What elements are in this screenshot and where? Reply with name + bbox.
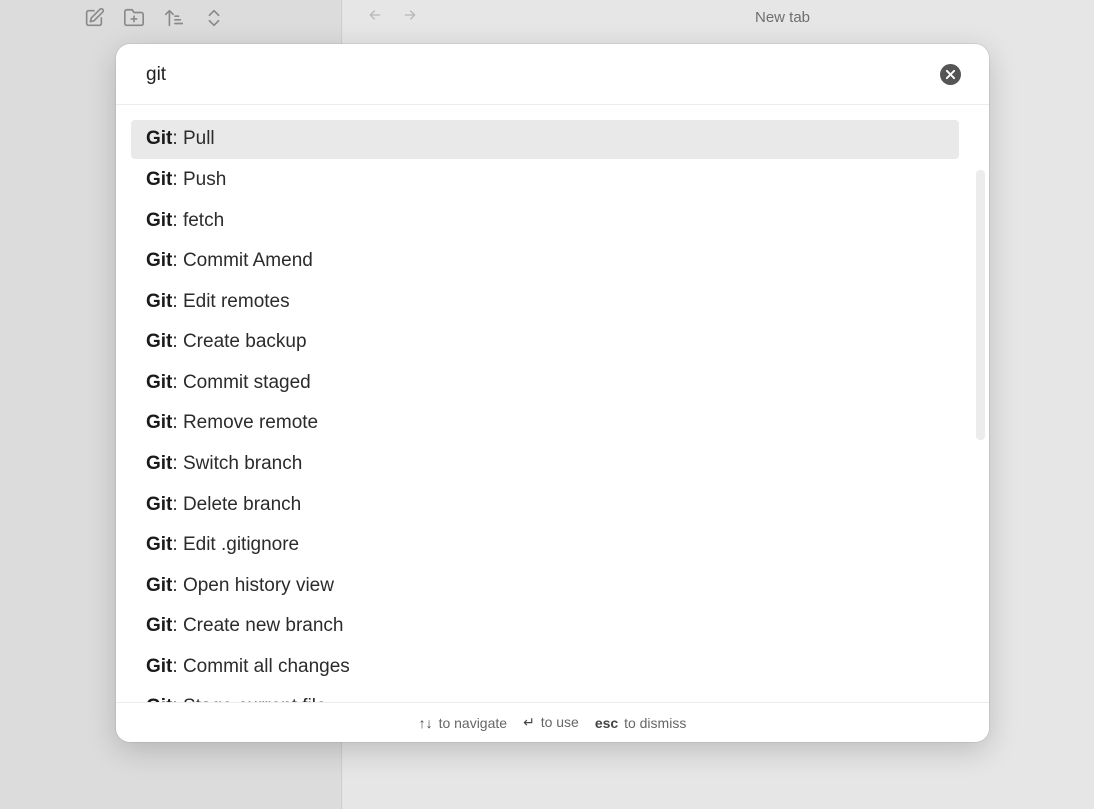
scrollbar[interactable] <box>976 170 985 440</box>
nav-forward-button[interactable] <box>398 5 422 29</box>
palette-footer: ↑↓ to navigate ↵ to use esc to dismiss <box>116 702 989 742</box>
hint-key: ↑↓ <box>418 714 433 731</box>
collapse-expand-icon <box>203 7 225 34</box>
sort-button[interactable] <box>160 6 188 34</box>
tab-title: New tab <box>755 9 811 26</box>
hint-text: to navigate <box>438 714 508 731</box>
new-folder-icon <box>123 7 145 34</box>
result-command-text: : Remove remote <box>172 412 319 434</box>
result-match-text: Git <box>146 615 173 637</box>
result-command-text: : Edit .gitignore <box>172 534 300 556</box>
collapse-expand-button[interactable] <box>200 6 228 34</box>
result-command-text: : fetch <box>172 209 225 231</box>
result-match-text: Git <box>146 412 173 434</box>
result-item[interactable]: Git: Commit Amend <box>131 242 959 281</box>
result-command-text: : Commit all changes <box>172 655 350 677</box>
arrow-right-icon <box>402 7 418 28</box>
close-circle-icon <box>945 69 956 80</box>
hint-text: to dismiss <box>624 714 687 731</box>
command-palette: Git: PullGit: PushGit: fetchGit: Commit … <box>116 44 989 742</box>
result-match-text: Git <box>146 290 173 312</box>
result-match-text: Git <box>146 209 173 231</box>
clear-search-button[interactable] <box>940 64 961 85</box>
hint-text: to use <box>540 714 579 730</box>
result-item[interactable]: Git: Edit remotes <box>131 282 959 321</box>
result-match-text: Git <box>146 655 173 677</box>
new-note-icon <box>83 7 105 34</box>
result-item[interactable]: Git: Stage current file <box>131 688 959 702</box>
new-note-button[interactable] <box>80 6 108 34</box>
result-command-text: : Pull <box>172 128 215 150</box>
hint-key: ↵ <box>523 714 535 730</box>
result-match-text: Git <box>146 534 173 556</box>
nav-back-button[interactable] <box>363 5 387 29</box>
result-match-text: Git <box>146 493 173 515</box>
result-item[interactable]: Git: Commit all changes <box>131 648 959 687</box>
result-item[interactable]: Git: Pull <box>131 120 959 159</box>
result-item[interactable]: Git: Create new branch <box>131 607 959 646</box>
result-item[interactable]: Git: Remove remote <box>131 404 959 443</box>
result-match-text: Git <box>146 371 173 393</box>
result-command-text: : Open history view <box>172 574 334 596</box>
result-match-text: Git <box>146 128 173 150</box>
result-item[interactable]: Git: Delete branch <box>131 485 959 524</box>
result-match-text: Git <box>146 331 173 353</box>
result-command-text: : Switch branch <box>172 452 303 474</box>
sidebar-toolbar <box>80 6 240 34</box>
result-match-text: Git <box>146 250 173 272</box>
result-item[interactable]: Git: Open history view <box>131 566 959 605</box>
result-match-text: Git <box>146 574 173 596</box>
hint-use: ↵ to use <box>523 714 579 731</box>
hint-navigate: ↑↓ to navigate <box>419 715 507 731</box>
result-match-text: Git <box>146 168 173 190</box>
result-command-text: : Commit Amend <box>172 250 313 272</box>
main-toolbar: New tab <box>343 0 1094 36</box>
result-command-text: : Create backup <box>172 331 307 353</box>
results-list: Git: Pull Git: Push Git: fetch Git: Commit … <box>116 106 989 702</box>
result-command-text: : Edit remotes <box>172 290 290 312</box>
result-item[interactable]: Git: Push <box>131 161 959 200</box>
result-match-text: Git <box>146 452 173 474</box>
result-command-text: : Create new branch <box>172 615 344 637</box>
hint-key: esc <box>594 714 619 731</box>
sort-icon <box>163 7 185 34</box>
result-item[interactable]: Git: Edit .gitignore <box>131 526 959 565</box>
new-folder-button[interactable] <box>120 6 148 34</box>
result-item[interactable]: Git: Commit staged <box>131 363 959 402</box>
arrow-left-icon <box>367 7 383 28</box>
result-command-text: : Delete branch <box>172 493 302 515</box>
hint-dismiss: esc to dismiss <box>595 715 686 731</box>
search-input[interactable] <box>146 61 926 89</box>
result-item[interactable]: Git: fetch <box>131 201 959 240</box>
result-item[interactable]: Git: Create backup <box>131 323 959 362</box>
result-command-text: : Commit staged <box>172 371 311 393</box>
result-item[interactable]: Git: Switch branch <box>131 445 959 484</box>
result-command-text: : Push <box>172 168 227 190</box>
search-row <box>116 44 989 105</box>
result-items: Git: Pull Git: Push Git: fetch Git: Commit … <box>131 120 959 702</box>
app-window: New tab Git: PullGit: PushGit: fetchGit:… <box>0 0 1094 809</box>
